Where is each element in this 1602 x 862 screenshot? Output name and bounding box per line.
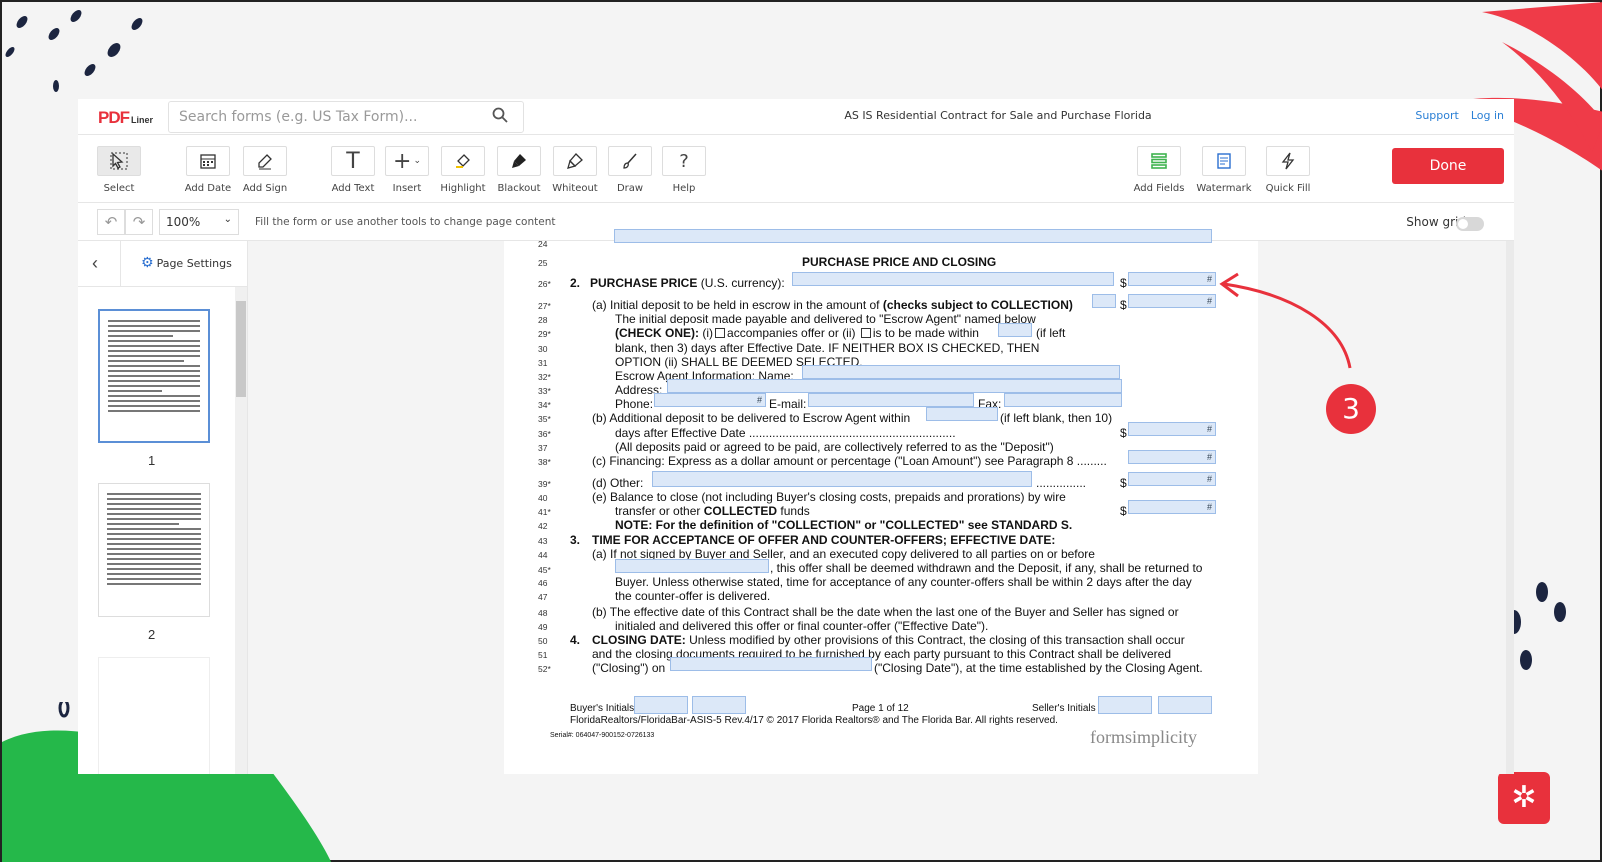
step-number-badge: 3	[1326, 384, 1376, 434]
canvas-scrollbar[interactable]	[1506, 241, 1514, 774]
lightning-icon	[1281, 152, 1295, 170]
login-link[interactable]: Log in	[1471, 109, 1504, 122]
text-icon: T	[346, 148, 360, 174]
escrow-email-field[interactable]	[808, 393, 974, 407]
days-within-field[interactable]	[998, 323, 1032, 337]
draw-tool[interactable]: Draw	[605, 146, 655, 194]
page-thumbnail-3[interactable]	[98, 657, 210, 774]
pdfliner-logo[interactable]: PDF Liner	[98, 108, 153, 128]
escrow-name-field[interactable]	[802, 365, 1120, 379]
done-button[interactable]: Done	[1392, 148, 1504, 184]
zoom-select[interactable]: 100% ⌄	[159, 209, 239, 235]
financing-field[interactable]: #	[1128, 450, 1216, 464]
add-fields-tool[interactable]: Add Fields	[1132, 146, 1186, 194]
highlight-tool[interactable]: Highlight	[438, 146, 488, 194]
plus-icon: +	[393, 148, 412, 174]
hint-text: Fill the form or use another tools to ch…	[255, 216, 556, 228]
support-link[interactable]: Support	[1415, 109, 1458, 122]
insert-tool[interactable]: + ⌄ Insert	[384, 146, 430, 194]
search-input[interactable]: Search forms (e.g. US Tax Form)...	[168, 101, 524, 133]
search-icon[interactable]	[492, 107, 508, 123]
page-thumbnail-1[interactable]	[98, 309, 210, 443]
page-number-2: 2	[148, 627, 156, 642]
decorative-dots-topleft	[5, 10, 143, 92]
redo-button[interactable]: ↷	[125, 209, 153, 235]
blackout-brush-icon	[512, 154, 526, 168]
document-title: AS IS Residential Contract for Sale and …	[844, 109, 1152, 122]
seller-initials-field-2[interactable]	[1158, 696, 1212, 714]
initial-deposit-field[interactable]: #	[1128, 294, 1216, 308]
other-description-field[interactable]	[652, 471, 1032, 487]
show-grid-toggle[interactable]	[1456, 217, 1484, 231]
seller-initials-field-1[interactable]	[1098, 696, 1152, 714]
highlighter-icon	[456, 154, 470, 168]
buyer-initials-field-2[interactable]	[692, 696, 746, 714]
chevron-down-icon: ⌄	[413, 156, 421, 166]
pdfliner-corner-logo: ✲	[1498, 772, 1550, 824]
escrow-address-field[interactable]	[667, 379, 1122, 393]
help-tool[interactable]: ? Help	[661, 146, 707, 194]
toolbar: Select Add Date Add Sign T Add Text + ⌄ Ins…	[78, 135, 1514, 203]
accompanies-offer-checkbox[interactable]	[715, 328, 726, 338]
additional-deposit-field[interactable]: #	[1128, 422, 1216, 436]
eraser-icon	[567, 153, 583, 169]
pointer-arrow	[1219, 272, 1352, 369]
page-number-1: 1	[148, 453, 156, 468]
pen-sign-icon	[258, 154, 272, 170]
balance-to-close-field[interactable]: #	[1128, 500, 1216, 514]
add-text-tool[interactable]: T Add Text	[326, 146, 380, 194]
chevron-down-icon: ⌄	[223, 214, 232, 225]
document-page: 24 25 PURCHASE PRICE AND CLOSING 26* 2. …	[504, 229, 1258, 774]
undo-button[interactable]: ↶	[97, 209, 125, 235]
whiteout-tool[interactable]: Whiteout	[549, 146, 601, 194]
form-field[interactable]	[614, 229, 1212, 243]
deposit-text-field[interactable]	[1092, 294, 1116, 308]
brush-icon	[623, 153, 637, 169]
question-icon: ?	[679, 150, 689, 172]
blackout-tool[interactable]: Blackout	[494, 146, 544, 194]
collapse-sidebar-icon[interactable]: ‹	[92, 253, 98, 274]
escrow-fax-field[interactable]	[1004, 393, 1122, 407]
pdf-editor-window: PDF Liner Search forms (e.g. US Tax Form)…	[78, 99, 1514, 774]
select-tool[interactable]: Select	[94, 146, 144, 194]
calendar-icon	[200, 154, 216, 169]
buyer-initials-field-1[interactable]	[634, 696, 688, 714]
additional-deposit-days-field[interactable]	[926, 407, 998, 421]
closing-date-field[interactable]	[670, 657, 872, 671]
quick-fill-tool[interactable]: Quick Fill	[1264, 146, 1312, 194]
purchase-price-number-field[interactable]: #	[1128, 272, 1216, 286]
formsimplicity-brand: formsimplicity	[1090, 727, 1197, 747]
acceptance-date-field[interactable]	[615, 559, 769, 573]
page-settings-button[interactable]: ⚙ Page Settings	[141, 255, 232, 271]
section-heading: PURCHASE PRICE AND CLOSING	[802, 255, 997, 269]
made-within-checkbox[interactable]	[860, 328, 871, 338]
add-date-tool[interactable]: Add Date	[181, 146, 235, 194]
cursor-icon	[110, 152, 128, 170]
add-sign-tool[interactable]: Add Sign	[238, 146, 292, 194]
other-amount-field[interactable]: #	[1128, 472, 1216, 486]
undo-icon: ↶	[104, 214, 118, 231]
fields-icon	[1151, 153, 1167, 169]
page-sidebar: ‹ ⚙ Page Settings 1 2	[78, 241, 248, 774]
page-thumbnail-2[interactable]	[98, 483, 210, 617]
top-bar: PDF Liner Search forms (e.g. US Tax Form)…	[78, 99, 1514, 135]
sidebar-scrollbar[interactable]	[235, 287, 247, 774]
watermark-icon	[1217, 153, 1231, 169]
redo-icon: ↷	[132, 214, 146, 231]
watermark-tool[interactable]: Watermark	[1196, 146, 1252, 194]
escrow-phone-field[interactable]: #	[654, 393, 766, 407]
purchase-price-text-field[interactable]	[792, 272, 1114, 286]
page-settings-icon: ⚙	[141, 255, 154, 271]
